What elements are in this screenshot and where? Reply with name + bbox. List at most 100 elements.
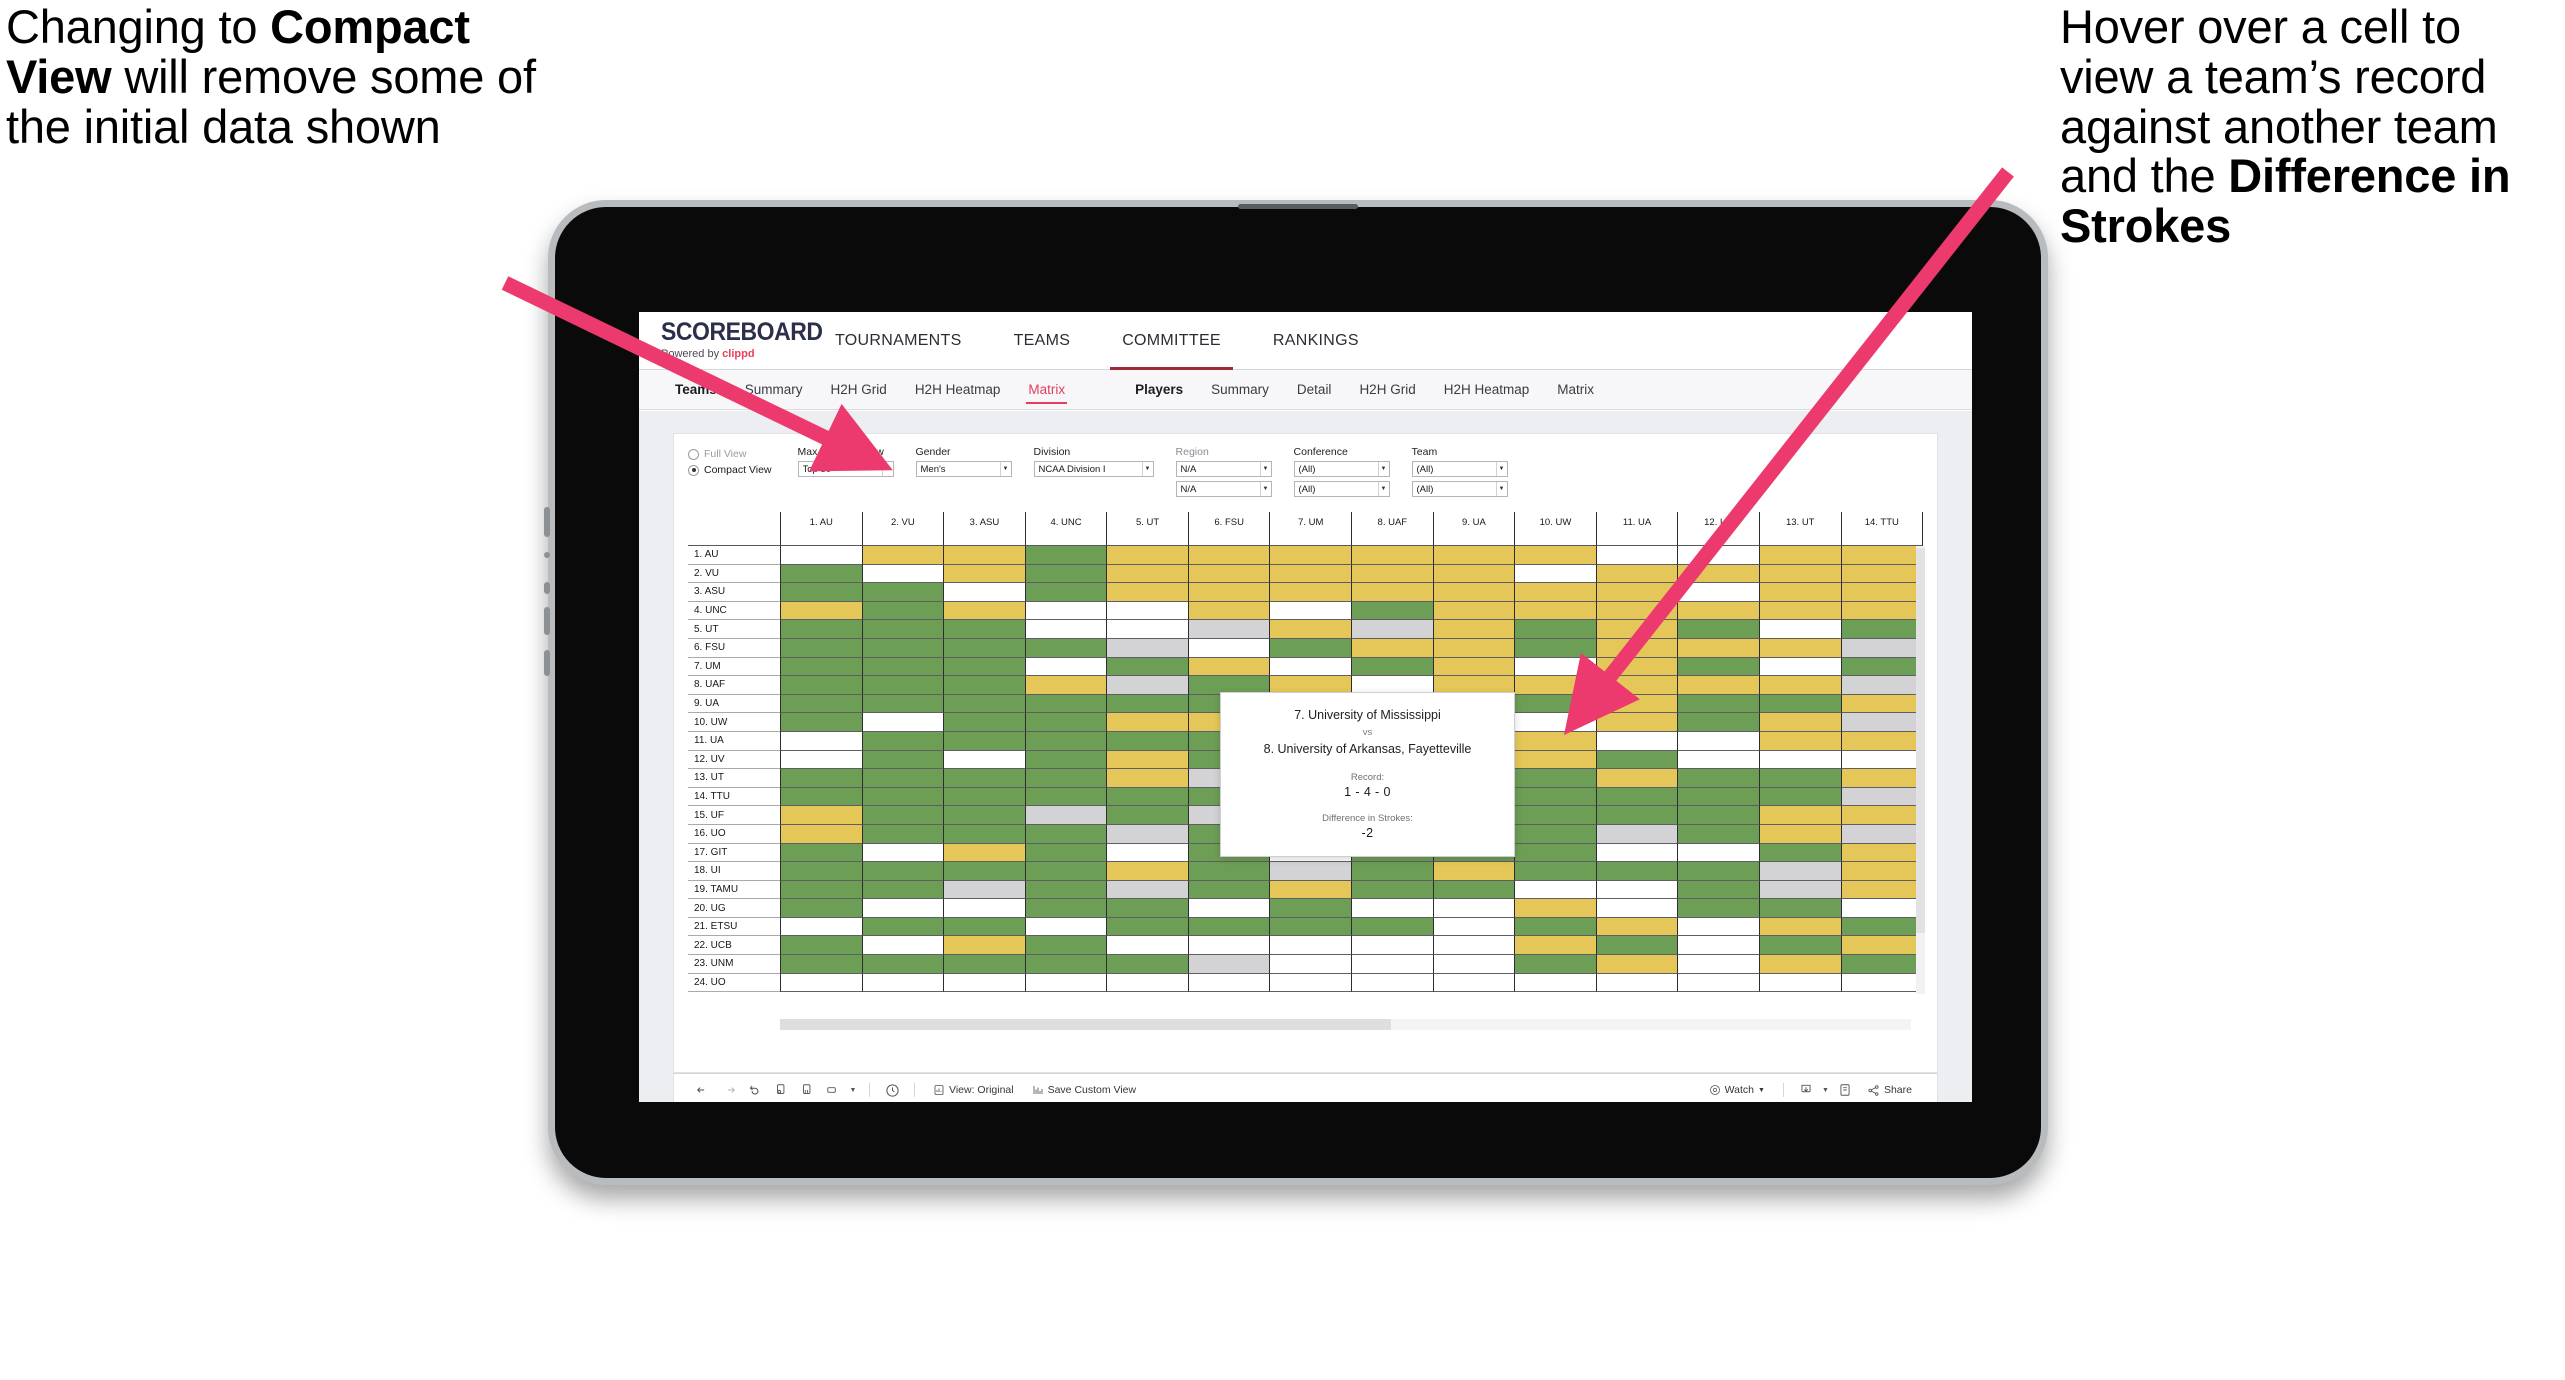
- subnav-teams-h2h-grid[interactable]: H2H Grid: [817, 370, 901, 410]
- radio-compact-view[interactable]: Compact View: [688, 464, 772, 476]
- filter-conference-select-1[interactable]: (All) ▼: [1293, 461, 1390, 477]
- matrix-row-label[interactable]: 18. UI: [688, 862, 780, 881]
- matrix-cell[interactable]: [1595, 657, 1678, 677]
- matrix-cell[interactable]: [1106, 787, 1188, 807]
- matrix-cell[interactable]: [1432, 546, 1515, 565]
- matrix-cell[interactable]: [1758, 824, 1841, 844]
- matrix-cell[interactable]: [1024, 638, 1107, 658]
- filter-region-select-2[interactable]: N/A ▼: [1175, 481, 1272, 497]
- filter-region-select-1[interactable]: N/A ▼: [1175, 461, 1272, 477]
- matrix-cell[interactable]: [780, 583, 862, 602]
- matrix-cell[interactable]: [861, 731, 944, 751]
- filter-conference-select-2[interactable]: (All) ▼: [1293, 481, 1390, 497]
- matrix-cell[interactable]: [1840, 750, 1924, 770]
- matrix-cell[interactable]: [1351, 973, 1433, 993]
- matrix-cell[interactable]: [1677, 862, 1759, 881]
- matrix-cell[interactable]: [861, 750, 944, 770]
- matrix-cell[interactable]: [1024, 787, 1107, 807]
- matrix-cell[interactable]: [861, 620, 944, 639]
- matrix-cell[interactable]: [1840, 546, 1924, 565]
- matrix-cell[interactable]: [1677, 917, 1759, 937]
- matrix-row-label[interactable]: 23. UNM: [688, 955, 780, 974]
- matrix-cell[interactable]: [1024, 750, 1107, 770]
- matrix-cell[interactable]: [1514, 620, 1596, 639]
- matrix-cell[interactable]: [1432, 880, 1515, 900]
- matrix-cell[interactable]: [1514, 824, 1596, 844]
- matrix-cell[interactable]: [1351, 601, 1433, 621]
- matrix-cell[interactable]: [1187, 973, 1270, 993]
- device-button-small[interactable]: [544, 552, 550, 558]
- radio-full-view[interactable]: Full View: [688, 448, 772, 460]
- matrix-cell[interactable]: [1187, 546, 1270, 565]
- matrix-cell[interactable]: [1677, 620, 1759, 639]
- matrix-cell[interactable]: [943, 731, 1025, 751]
- matrix-cell[interactable]: [1840, 843, 1924, 863]
- matrix-cell[interactable]: [1677, 973, 1759, 993]
- matrix-row-label[interactable]: 2. VU: [688, 564, 780, 584]
- matrix-cell[interactable]: [1595, 862, 1678, 881]
- matrix-column-header[interactable]: 11. UA: [1595, 512, 1678, 546]
- matrix-cell[interactable]: [1514, 564, 1596, 584]
- highlight-dropdown-icon[interactable]: ▼: [846, 1077, 860, 1102]
- subnav-players-h2h-heatmap[interactable]: H2H Heatmap: [1430, 370, 1544, 410]
- matrix-cell[interactable]: [1432, 899, 1515, 918]
- matrix-cell[interactable]: [1187, 620, 1270, 639]
- matrix-cell[interactable]: [780, 899, 862, 918]
- matrix-cell[interactable]: [1758, 620, 1841, 639]
- device-button-volume-down[interactable]: [544, 650, 550, 676]
- matrix-cell[interactable]: [1758, 917, 1841, 937]
- matrix-cell[interactable]: [1106, 731, 1188, 751]
- matrix-cell[interactable]: [1514, 731, 1596, 751]
- matrix-row-label[interactable]: 13. UT: [688, 769, 780, 788]
- download-icon[interactable]: [1793, 1077, 1819, 1102]
- matrix-cell[interactable]: [1677, 955, 1759, 974]
- matrix-cell[interactable]: [1595, 880, 1678, 900]
- matrix-cell[interactable]: [1677, 880, 1759, 900]
- matrix-cell[interactable]: [943, 973, 1025, 993]
- matrix-cell[interactable]: [780, 638, 862, 658]
- matrix-row-label[interactable]: 15. UF: [688, 806, 780, 825]
- download-dropdown-icon[interactable]: ▼: [1819, 1077, 1832, 1102]
- matrix-cell[interactable]: [943, 769, 1025, 788]
- matrix-cell[interactable]: [1840, 620, 1924, 639]
- matrix-cell[interactable]: [1840, 955, 1924, 974]
- matrix-cell[interactable]: [1269, 936, 1352, 956]
- matrix-vertical-scrollbar[interactable]: [1916, 546, 1925, 994]
- matrix-cell[interactable]: [1187, 917, 1270, 937]
- matrix-cell[interactable]: [861, 880, 944, 900]
- matrix-row-label[interactable]: 10. UW: [688, 713, 780, 732]
- matrix-cell[interactable]: [1106, 769, 1188, 788]
- matrix-cell[interactable]: [861, 676, 944, 695]
- subnav-teams-head[interactable]: Teams: [661, 370, 731, 410]
- matrix-cell[interactable]: [1024, 713, 1107, 732]
- matrix-cell[interactable]: [1351, 862, 1433, 881]
- matrix-cell[interactable]: [1106, 973, 1188, 993]
- radio-full-view-dot[interactable]: [688, 448, 699, 460]
- matrix-cell[interactable]: [1514, 955, 1596, 974]
- matrix-cell[interactable]: [861, 936, 944, 956]
- matrix-cell[interactable]: [1106, 546, 1188, 565]
- matrix-row-label[interactable]: 14. TTU: [688, 787, 780, 807]
- matrix-cell[interactable]: [1758, 806, 1841, 825]
- matrix-cell[interactable]: [1595, 899, 1678, 918]
- matrix-row-label[interactable]: 4. UNC: [688, 601, 780, 621]
- matrix-cell[interactable]: [1840, 824, 1924, 844]
- matrix-cell[interactable]: [1269, 657, 1352, 677]
- topnav-tournaments[interactable]: TOURNAMENTS: [809, 312, 988, 370]
- matrix-cell[interactable]: [1187, 955, 1270, 974]
- matrix-cell[interactable]: [1187, 880, 1270, 900]
- matrix-cell[interactable]: [1514, 713, 1596, 732]
- matrix-cell[interactable]: [1106, 564, 1188, 584]
- matrix-cell[interactable]: [1024, 862, 1107, 881]
- matrix-cell[interactable]: [1024, 583, 1107, 602]
- matrix-cell[interactable]: [1351, 583, 1433, 602]
- subnav-players-head[interactable]: Players: [1121, 370, 1197, 410]
- matrix-cell[interactable]: [1758, 676, 1841, 695]
- matrix-cell[interactable]: [1840, 787, 1924, 807]
- matrix-cell[interactable]: [1595, 973, 1678, 993]
- matrix-cell[interactable]: [1106, 657, 1188, 677]
- matrix-cell[interactable]: [1432, 583, 1515, 602]
- matrix-cell[interactable]: [1269, 583, 1352, 602]
- radio-compact-view-dot[interactable]: [688, 464, 699, 476]
- highlight-icon[interactable]: [820, 1077, 846, 1102]
